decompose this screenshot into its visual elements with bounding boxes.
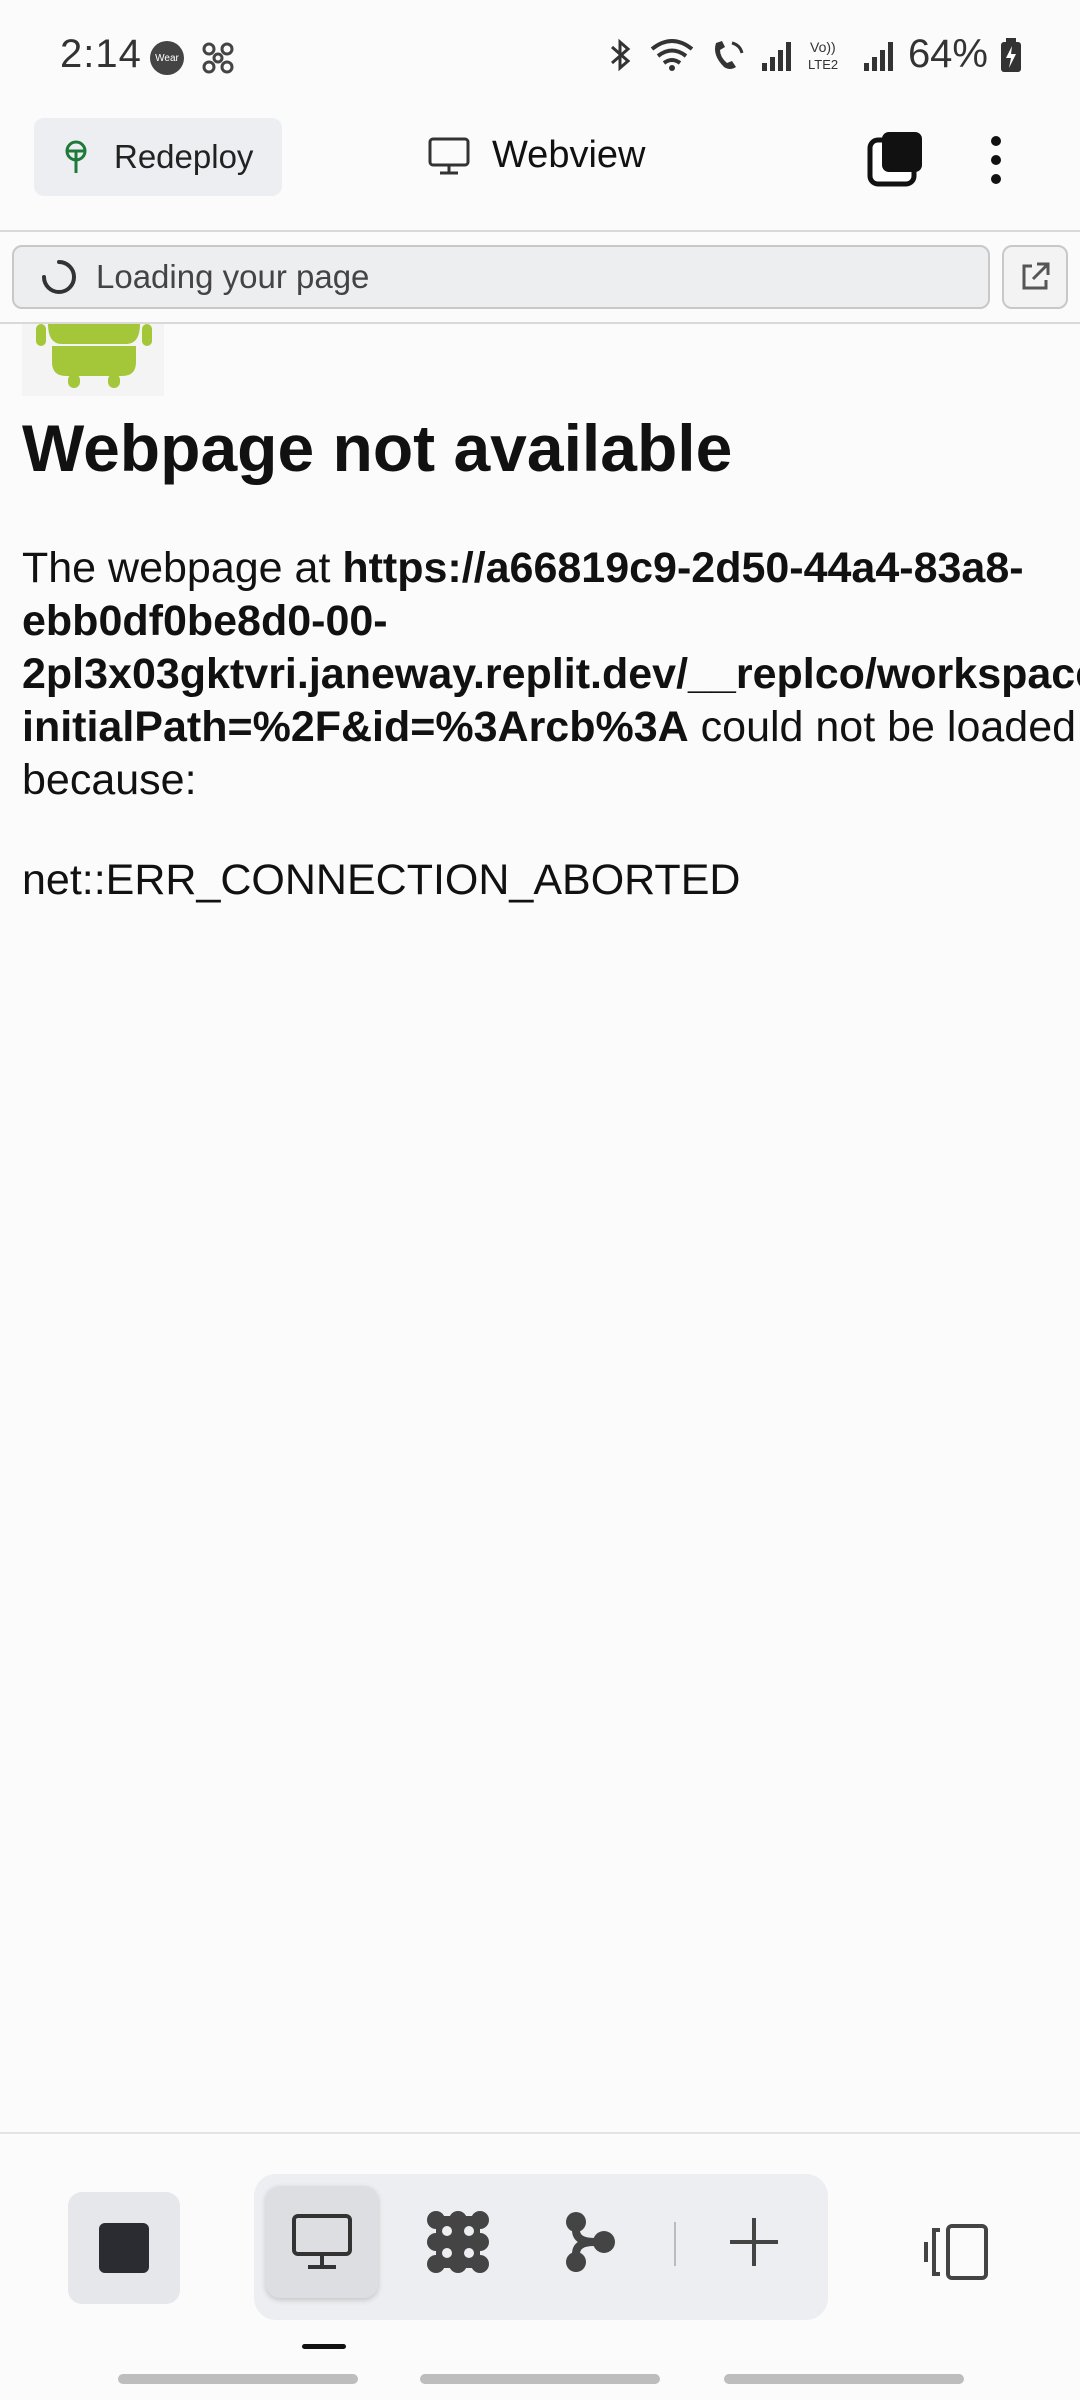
more-options-button[interactable] xyxy=(976,128,1016,192)
header-divider xyxy=(0,230,1080,232)
more-dot xyxy=(991,174,1001,184)
page-title: Webview xyxy=(492,134,646,176)
wifi-icon xyxy=(650,38,694,71)
wear-icon: Wear xyxy=(150,41,184,75)
volte-icon: Vo)) LTE2 xyxy=(808,39,838,72)
error-code: net::ERR_CONNECTION_ABORTED xyxy=(22,856,741,904)
status-bar: 2:14 Wear Vo)) LTE2 64% xyxy=(0,0,1080,110)
nav-handle-left[interactable] xyxy=(118,2374,358,2384)
status-notification-icons: Wear xyxy=(150,40,236,76)
url-loading-text: Loading your page xyxy=(96,258,370,295)
more-dot xyxy=(991,136,1001,146)
monitor-icon xyxy=(292,2214,352,2269)
git-pane-button[interactable] xyxy=(534,2186,646,2298)
url-bar[interactable]: Loading your page xyxy=(12,245,990,309)
loading-spinner-icon xyxy=(42,260,76,294)
signal-icon xyxy=(863,41,893,71)
agent-icon xyxy=(427,2211,489,2273)
add-pane-button[interactable] xyxy=(698,2186,810,2298)
split-view-icon xyxy=(924,2224,988,2280)
status-time: 2:14 xyxy=(60,32,142,76)
active-pane-indicator xyxy=(302,2344,346,2349)
stop-icon xyxy=(99,2223,149,2273)
error-title: Webpage not available xyxy=(22,411,733,485)
git-branch-icon xyxy=(566,2212,615,2272)
signal-icon xyxy=(761,41,791,71)
svg-text:Vo)): Vo)) xyxy=(810,39,836,55)
app-header: Redeploy Webview xyxy=(0,110,1080,230)
battery-percentage: 64% xyxy=(907,32,988,76)
open-external-button[interactable] xyxy=(1002,245,1068,309)
fan-icon xyxy=(202,42,234,74)
webview-title: Webview xyxy=(428,134,645,177)
error-message-prefix: The webpage at xyxy=(22,544,343,592)
battery-icon xyxy=(1001,37,1021,72)
webview-content: Webpage not available The webpage at htt… xyxy=(0,324,1080,2132)
pane-switcher xyxy=(254,2174,828,2320)
pane-separator xyxy=(674,2222,676,2266)
monitor-icon xyxy=(428,137,470,174)
tabs-button[interactable] xyxy=(866,130,926,190)
redeploy-label: Redeploy xyxy=(114,138,254,175)
svg-text:LTE2: LTE2 xyxy=(808,57,838,72)
more-dot xyxy=(991,155,1001,165)
layout-toggle-button[interactable] xyxy=(916,2212,996,2292)
bluetooth-icon xyxy=(610,38,631,71)
external-link-icon xyxy=(1022,262,1050,290)
toolbar-divider xyxy=(0,2132,1080,2134)
agent-pane-button[interactable] xyxy=(402,2186,514,2298)
android-icon xyxy=(22,324,164,396)
plus-icon xyxy=(730,2218,778,2266)
wifi-calling-icon xyxy=(714,40,744,69)
redeploy-button[interactable]: Redeploy xyxy=(34,118,282,196)
nav-handle-center[interactable] xyxy=(420,2374,660,2384)
tabs-icon xyxy=(867,132,922,187)
deploy-icon xyxy=(65,140,87,173)
stop-button[interactable] xyxy=(68,2192,180,2304)
status-system-icons: Vo)) LTE2 64% xyxy=(606,32,1022,77)
nav-handle-right[interactable] xyxy=(724,2374,964,2384)
error-message: The webpage at https://a66819c9-2d50-44a… xyxy=(22,542,1080,807)
webview-pane-button[interactable] xyxy=(266,2186,378,2298)
